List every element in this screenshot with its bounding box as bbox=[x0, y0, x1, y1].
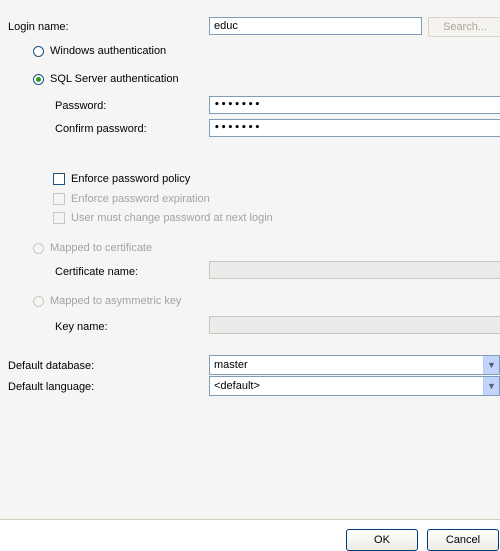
key-name-label: Key name: bbox=[55, 321, 108, 333]
certificate-name-input[interactable] bbox=[209, 261, 500, 279]
windows-auth-radio[interactable] bbox=[33, 46, 44, 57]
default-language-select[interactable]: <default> ▼ bbox=[209, 376, 500, 396]
chevron-down-icon[interactable]: ▼ bbox=[483, 356, 499, 374]
cancel-button[interactable]: Cancel bbox=[427, 529, 499, 551]
chevron-down-icon[interactable]: ▼ bbox=[483, 377, 499, 395]
certificate-name-label: Certificate name: bbox=[55, 266, 139, 278]
windows-auth-label: Windows authentication bbox=[50, 45, 167, 57]
radio-selected-dot bbox=[36, 77, 41, 82]
default-language-value: <default> bbox=[214, 380, 260, 392]
sql-auth-radio[interactable] bbox=[33, 74, 44, 85]
key-name-input[interactable] bbox=[209, 316, 500, 334]
must-change-label: User must change password at next login bbox=[71, 212, 273, 224]
default-database-value: master bbox=[214, 359, 248, 371]
confirm-password-input[interactable]: ••••••• bbox=[209, 119, 500, 137]
enforce-policy-label: Enforce password policy bbox=[71, 173, 191, 185]
default-database-label: Default database: bbox=[8, 360, 95, 372]
must-change-checkbox[interactable] bbox=[53, 212, 65, 224]
enforce-expiration-label: Enforce password expiration bbox=[71, 193, 210, 205]
confirm-password-label: Confirm password: bbox=[55, 123, 147, 135]
ok-button[interactable]: OK bbox=[346, 529, 418, 551]
search-button[interactable]: Search... bbox=[428, 17, 500, 37]
enforce-policy-checkbox[interactable] bbox=[53, 173, 65, 185]
login-name-input[interactable]: educ bbox=[209, 17, 422, 35]
default-language-label: Default language: bbox=[8, 381, 95, 393]
footer-divider bbox=[0, 519, 500, 520]
enforce-expiration-checkbox[interactable] bbox=[53, 193, 65, 205]
password-input[interactable]: ••••••• bbox=[209, 96, 500, 114]
default-database-select[interactable]: master ▼ bbox=[209, 355, 500, 375]
password-label: Password: bbox=[55, 100, 107, 112]
login-name-label: Login name: bbox=[8, 21, 69, 33]
certificate-radio[interactable] bbox=[33, 243, 44, 254]
certificate-label: Mapped to certificate bbox=[50, 242, 153, 254]
login-properties-panel: Login name: educ Search... Windows authe… bbox=[0, 0, 500, 519]
sql-auth-label: SQL Server authentication bbox=[50, 73, 179, 85]
asymmetric-key-label: Mapped to asymmetric key bbox=[50, 295, 182, 307]
asymmetric-key-radio[interactable] bbox=[33, 296, 44, 307]
